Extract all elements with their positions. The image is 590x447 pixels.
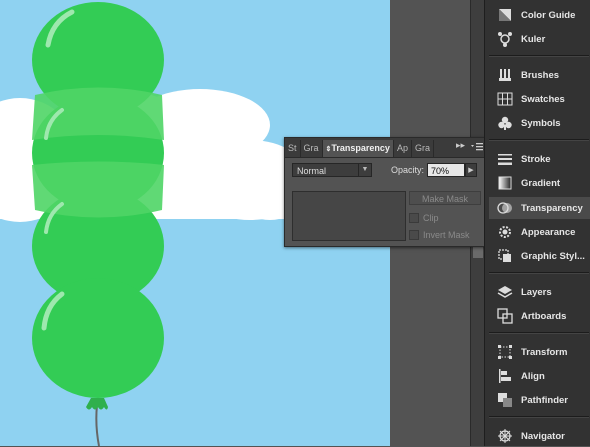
align-icon xyxy=(494,367,516,385)
kuler-icon xyxy=(494,30,516,48)
panel-dock: Color Guide Kuler Brushes Swatches Symbo… xyxy=(484,0,590,446)
dock-divider xyxy=(489,332,589,334)
panel-menu-icon[interactable] xyxy=(471,142,483,152)
tab-graphic-styles[interactable]: Gra xyxy=(412,140,434,157)
stroke-icon xyxy=(494,150,516,168)
dock-divider xyxy=(489,416,589,418)
dock-divider xyxy=(489,272,589,274)
artboards-icon xyxy=(494,307,516,325)
dock-divider xyxy=(489,55,589,57)
chevron-down-icon: ▼ xyxy=(358,164,371,176)
dock-item-label: Brushes xyxy=(521,69,560,81)
dock-item-label: Gradient xyxy=(521,177,561,189)
invert-mask-checkbox-box[interactable] xyxy=(409,230,419,240)
gradient-icon xyxy=(494,174,516,192)
layers-icon xyxy=(494,283,516,301)
dock-item-label: Navigator xyxy=(521,430,565,442)
dock-item-kuler[interactable]: Kuler xyxy=(489,28,590,50)
dock-item-align[interactable]: Align xyxy=(489,365,590,387)
invert-mask-checkbox[interactable]: Invert Mask xyxy=(409,230,470,240)
appearance-icon xyxy=(494,223,516,241)
brushes-icon xyxy=(494,66,516,84)
dock-item-label: Swatches xyxy=(521,93,565,105)
pathfinder-icon xyxy=(494,391,516,409)
opacity-label: Opacity: xyxy=(391,165,425,175)
opacity-input[interactable]: 70% xyxy=(427,163,465,177)
tab-gradient[interactable]: Gra xyxy=(301,140,323,157)
dock-item-swatches[interactable]: Swatches xyxy=(489,88,590,110)
balloon-stack xyxy=(32,2,164,398)
dock-item-transform[interactable]: Transform xyxy=(489,341,590,363)
navigator-icon xyxy=(494,427,516,445)
invert-mask-label: Invert Mask xyxy=(423,230,470,240)
color-guide-icon xyxy=(494,6,516,24)
dock-item-symbols[interactable]: Symbols xyxy=(489,112,590,134)
dock-item-color-guide[interactable]: Color Guide xyxy=(489,4,590,26)
dock-divider xyxy=(489,139,589,141)
dock-item-label: Color Guide xyxy=(521,9,576,21)
tab-stroke[interactable]: St xyxy=(285,140,301,157)
dock-item-label: Pathfinder xyxy=(521,394,568,406)
dock-item-label: Appearance xyxy=(521,226,576,238)
object-thumbnail xyxy=(292,191,406,241)
blend-mode-dropdown[interactable]: Normal ▼ xyxy=(292,163,372,177)
graphic-styles-icon xyxy=(494,247,516,265)
dock-item-layers[interactable]: Layers xyxy=(489,281,590,303)
symbols-icon xyxy=(494,114,516,132)
transform-icon xyxy=(494,343,516,361)
tab-transparency-label: Transparency xyxy=(331,143,390,153)
dock-item-label: Align xyxy=(521,370,545,382)
tab-overflow-icon[interactable]: ▸▸ xyxy=(456,140,465,151)
swatches-icon xyxy=(494,90,516,108)
dock-item-label: Kuler xyxy=(521,33,546,45)
dock-item-label: Transform xyxy=(521,346,568,358)
tab-appearance[interactable]: Ap xyxy=(394,140,412,157)
make-mask-button[interactable]: Make Mask xyxy=(409,191,481,205)
dock-item-appearance[interactable]: Appearance xyxy=(489,221,590,243)
dock-item-label: Graphic Styl... xyxy=(521,250,585,262)
dock-item-label: Layers xyxy=(521,286,552,298)
dock-item-navigator[interactable]: Navigator xyxy=(489,425,590,447)
dock-item-label: Symbols xyxy=(521,117,561,129)
transparency-icon xyxy=(494,199,516,217)
blend-mode-value: Normal xyxy=(297,166,327,176)
dock-item-gradient[interactable]: Gradient xyxy=(489,172,590,194)
dock-item-artboards[interactable]: Artboards xyxy=(489,305,590,327)
transparency-panel[interactable]: St Gra ⇕Transparency Ap Gra ▸▸ Normal ▼ … xyxy=(284,137,488,247)
dock-item-label: Stroke xyxy=(521,153,551,165)
dock-item-label: Artboards xyxy=(521,310,567,322)
dock-item-brushes[interactable]: Brushes xyxy=(489,64,590,86)
clip-label: Clip xyxy=(423,213,439,223)
clip-checkbox-box[interactable] xyxy=(409,213,419,223)
tab-transparency[interactable]: ⇕Transparency xyxy=(322,140,394,157)
clip-checkbox[interactable]: Clip xyxy=(409,213,439,223)
panel-tab-bar: St Gra ⇕Transparency Ap Gra ▸▸ xyxy=(285,138,487,158)
scrollbar-thumb[interactable] xyxy=(473,246,483,258)
dock-item-label: Transparency xyxy=(521,202,583,214)
opacity-slider-arrow-icon[interactable]: ▶ xyxy=(465,163,477,177)
dock-item-transparency[interactable]: Transparency xyxy=(489,197,590,219)
dock-item-stroke[interactable]: Stroke xyxy=(489,148,590,170)
dock-item-pathfinder[interactable]: Pathfinder xyxy=(489,389,590,411)
dock-item-graphic-styles[interactable]: Graphic Styl... xyxy=(489,245,590,267)
